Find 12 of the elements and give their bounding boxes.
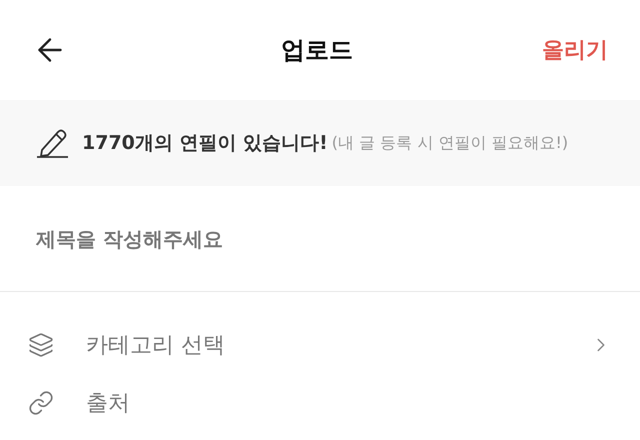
page-title: 업로드 — [280, 35, 353, 66]
layers-icon — [28, 332, 54, 358]
option-label: 카테고리 선택 — [86, 332, 226, 360]
option-row[interactable]: 출처 — [0, 374, 640, 432]
title-input-field[interactable]: 제목을 작성해주세요 — [0, 186, 640, 292]
pencil-note-text: (내 글 등록 시 연필이 필요해요!) — [332, 132, 568, 154]
option-label: 출처 — [86, 390, 131, 418]
option-row[interactable]: 카테고리 선택 — [0, 316, 640, 374]
pencil-count-text: 1770개의 연필이 있습니다! — [82, 130, 328, 156]
pencil-icon — [36, 128, 70, 158]
link-icon — [28, 390, 54, 416]
upload-button[interactable]: 올리기 — [542, 34, 608, 66]
